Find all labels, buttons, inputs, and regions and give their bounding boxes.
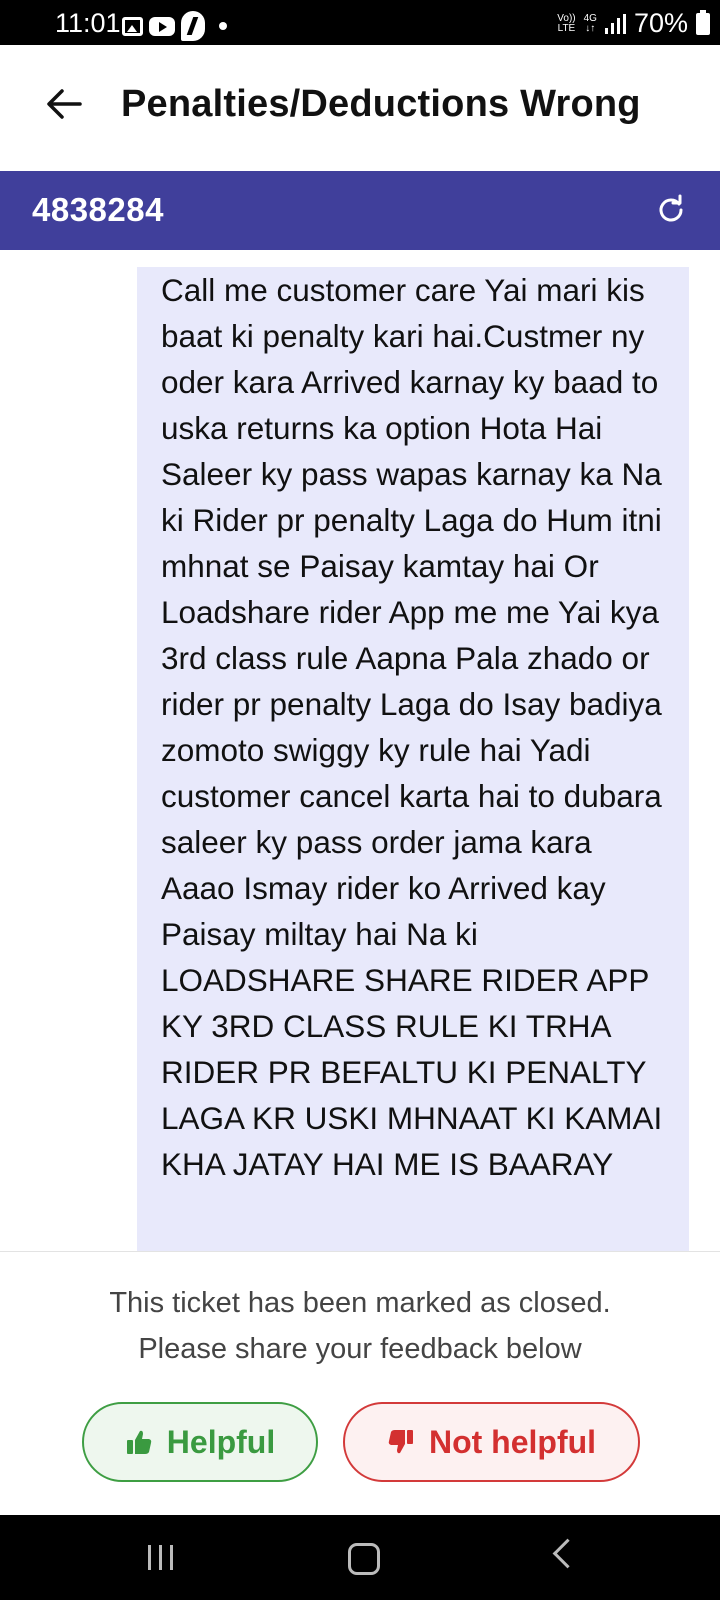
ticket-bar: 4838284 (0, 171, 720, 250)
gallery-notification-icon (122, 16, 143, 36)
helpful-button[interactable]: Helpful (82, 1402, 318, 1482)
refresh-icon[interactable] (656, 194, 686, 224)
message-text: Call me customer care Yai mari kis baat … (161, 272, 663, 1182)
closed-notice: This ticket has been marked as closed. (109, 1287, 611, 1319)
helpful-label: Helpful (166, 1423, 276, 1460)
ticket-id: 4838284 (32, 191, 164, 228)
message-bubble: Call me customer care Yai mari kis baat … (137, 267, 689, 1251)
thumbs-down-icon (388, 1430, 413, 1454)
status-bar: 11:01 Vo)) LTE 4G ↓↑ 70% (0, 0, 720, 45)
battery-percent: 70% (633, 8, 688, 38)
not-helpful-button[interactable]: Not helpful (343, 1402, 640, 1482)
status-time: 11:01 (55, 8, 121, 38)
signal-strength-icon (604, 13, 626, 34)
app-notification-icon (181, 11, 205, 41)
back-nav-icon[interactable] (552, 1538, 583, 1569)
chat-area[interactable]: Call me customer care Yai mari kis baat … (0, 250, 720, 1251)
app-header: Penalties/Deductions Wrong (0, 45, 720, 171)
system-nav-bar (0, 1515, 720, 1600)
volte-indicator: Vo)) LTE (557, 12, 576, 34)
thumbs-up-icon (126, 1430, 152, 1454)
feedback-panel: This ticket has been marked as closed. P… (0, 1251, 720, 1516)
arrow-left-icon[interactable] (44, 86, 84, 122)
not-helpful-label: Not helpful (428, 1423, 597, 1460)
home-icon[interactable] (348, 1543, 380, 1575)
status-right: Vo)) LTE 4G ↓↑ 70% (557, 8, 710, 39)
notification-icons (122, 11, 227, 41)
page-title: Penalties/Deductions Wrong (121, 83, 641, 125)
more-notifications-dot-icon (219, 22, 227, 30)
data-indicator: 4G ↓↑ (583, 12, 597, 34)
feedback-prompt: Please share your feedback below (138, 1333, 582, 1365)
battery-icon (696, 9, 710, 35)
recents-icon[interactable] (148, 1545, 173, 1570)
youtube-notification-icon (149, 16, 175, 36)
